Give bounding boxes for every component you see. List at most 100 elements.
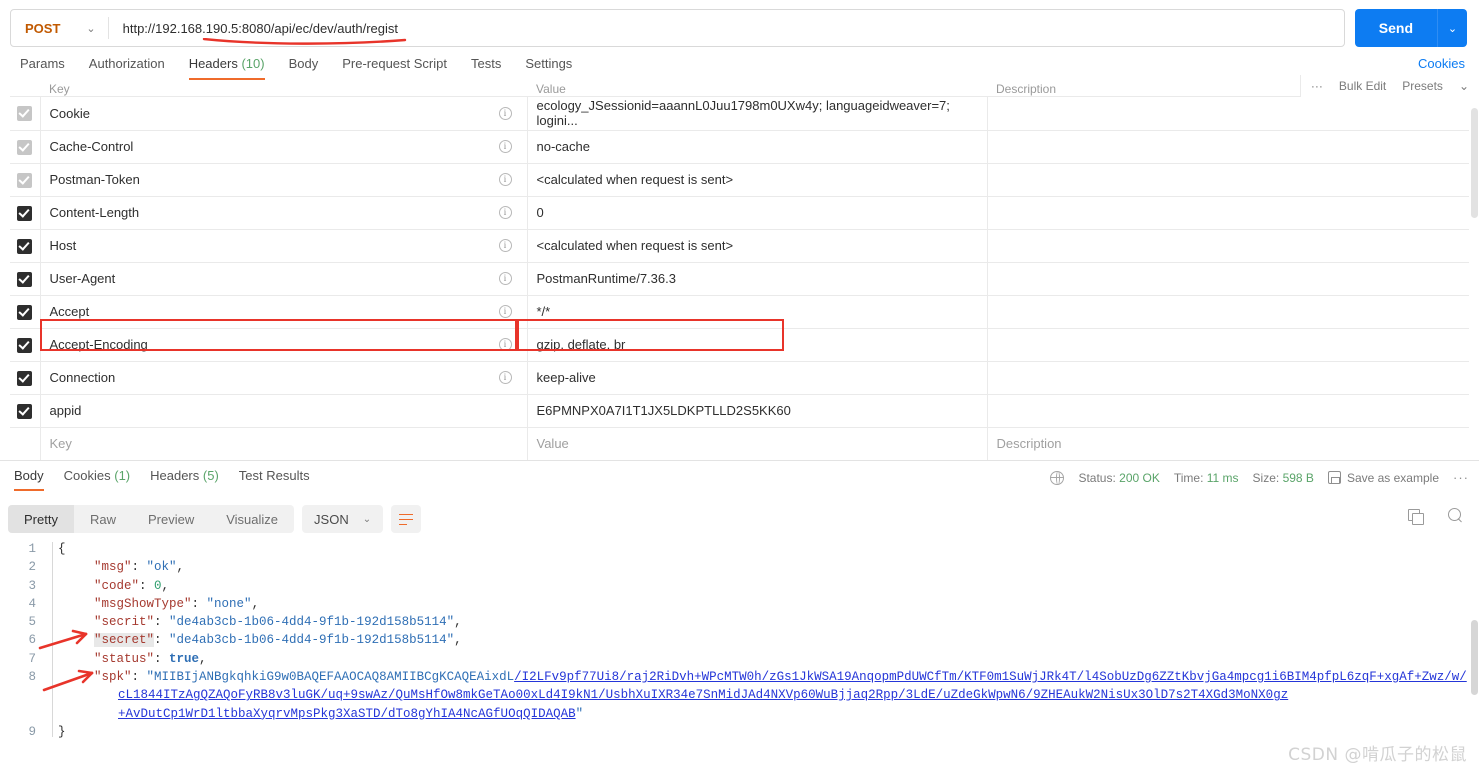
- body-scrollbar-thumb[interactable]: [1471, 620, 1478, 695]
- url-input[interactable]: [108, 10, 1344, 46]
- copy-icon[interactable]: [1408, 508, 1424, 525]
- search-icon[interactable]: [1448, 508, 1463, 523]
- chevron-down-icon: ⌄: [362, 513, 372, 525]
- status-label: Status:: [1078, 470, 1116, 485]
- tab-response-body[interactable]: Body: [4, 468, 54, 491]
- send-button[interactable]: Send: [1354, 9, 1437, 47]
- header-value[interactable]: gzip, deflate, br: [526, 328, 988, 362]
- presets-button[interactable]: Presets: [1402, 79, 1443, 93]
- header-description[interactable]: [986, 262, 1469, 296]
- table-row[interactable]: Content-Length i 0: [10, 196, 1469, 230]
- header-description[interactable]: [986, 163, 1469, 197]
- info-icon[interactable]: i: [498, 305, 512, 318]
- info-icon[interactable]: i: [498, 206, 512, 219]
- json-value: "de4ab3cb-1b06-4dd4-9f1b-192d158b5114": [169, 615, 455, 630]
- view-mode-pretty[interactable]: Pretty: [8, 505, 74, 533]
- new-row-key-placeholder[interactable]: Key: [50, 436, 518, 451]
- presets-chevron-down-icon[interactable]: ⌄: [1459, 79, 1469, 93]
- tab-test-results[interactable]: Test Results: [229, 468, 320, 491]
- info-icon[interactable]: i: [498, 338, 512, 351]
- info-icon[interactable]: i: [498, 106, 512, 120]
- json-key: "msgShowType": [94, 596, 192, 611]
- bulk-dots-icon[interactable]: ···: [1311, 79, 1323, 93]
- header-value[interactable]: 0: [526, 196, 988, 230]
- tab-count: (5): [202, 468, 219, 483]
- wrap-lines-button[interactable]: [391, 505, 422, 533]
- table-row[interactable]: Accept i */*: [10, 295, 1469, 329]
- tab-count: (10): [241, 56, 265, 71]
- json-comma: ,: [454, 615, 462, 630]
- header-description[interactable]: [986, 97, 1469, 131]
- response-format-selector[interactable]: JSON ⌄: [302, 505, 384, 533]
- table-row[interactable]: Accept-Encoding i gzip, deflate, br: [10, 328, 1469, 362]
- header-description[interactable]: [986, 295, 1469, 329]
- view-mode-preview[interactable]: Preview: [132, 505, 210, 533]
- header-description[interactable]: [986, 130, 1469, 164]
- info-icon[interactable]: i: [498, 173, 512, 186]
- header-value[interactable]: E6PMNPX0A7I1T1JX5LDKPTLLD2S5KK60: [526, 394, 988, 428]
- row-checkbox[interactable]: [17, 205, 33, 221]
- json-value-spk-prefix: "MIIBIjANBgkqhkiG9w0BAQEFAAOCAQ8AMIIBCgK…: [146, 670, 515, 685]
- table-row-appid[interactable]: appid E6PMNPX0A7I1T1JX5LDKPTLLD2S5KK60: [10, 394, 1469, 428]
- info-icon[interactable]: i: [498, 272, 512, 285]
- row-checkbox[interactable]: [17, 304, 33, 320]
- row-checkbox[interactable]: [17, 238, 33, 254]
- status-group: Status: 200 OK: [1078, 471, 1159, 485]
- row-checkbox[interactable]: [17, 172, 33, 188]
- row-checkbox[interactable]: [17, 106, 33, 122]
- header-description[interactable]: [986, 229, 1469, 263]
- tab-label: Params: [20, 56, 65, 71]
- table-row[interactable]: User-Agent i PostmanRuntime/7.36.3: [10, 262, 1469, 296]
- json-value-spk-link-2[interactable]: cL1844ITzAgQZAQoFyRB8v3luGK/uq+9swAz/QuM…: [118, 688, 1288, 702]
- time-group: Time: 11 ms: [1174, 471, 1239, 485]
- header-description[interactable]: [986, 196, 1469, 230]
- code-line-6: "secret": "de4ab3cb-1b06-4dd4-9f1b-192d1…: [58, 631, 1458, 649]
- json-value-spk-link-3[interactable]: +AvDutCp1WrD1ltbbaXyqrvMpsPkg3XaSTD/dTo8…: [118, 707, 576, 721]
- header-description[interactable]: [986, 394, 1469, 428]
- headers-scrollbar-thumb[interactable]: [1471, 108, 1478, 218]
- row-checkbox[interactable]: [17, 337, 33, 353]
- save-as-example-button[interactable]: Save as example: [1327, 471, 1439, 485]
- table-row[interactable]: Host i <calculated when request is sent>: [10, 229, 1469, 263]
- json-value: "de4ab3cb-1b06-4dd4-9f1b-192d158b5114": [169, 633, 455, 648]
- json-colon: :: [154, 651, 170, 666]
- table-row[interactable]: Cache-Control i no-cache: [10, 130, 1469, 164]
- row-checkbox[interactable]: [17, 139, 33, 155]
- info-icon[interactable]: i: [498, 239, 512, 252]
- view-mode-visualize[interactable]: Visualize: [210, 505, 294, 533]
- row-checkbox[interactable]: [17, 271, 33, 287]
- tab-response-cookies[interactable]: Cookies (1): [54, 468, 140, 491]
- tab-label: Test Results: [238, 468, 310, 483]
- code-lines[interactable]: { "msg": "ok", "code": 0, "msgShowType":…: [58, 540, 1467, 741]
- header-description[interactable]: [986, 328, 1469, 362]
- header-value[interactable]: ecology_JSessionid=aaannL0Juu1798m0UXw4y…: [526, 97, 988, 131]
- header-description[interactable]: [986, 361, 1469, 395]
- json-value-spk-link-1[interactable]: /I2LFv9pf77Ui8/raj2RiDvh+WPcMTW0h/zGs1Jk…: [514, 670, 1467, 684]
- new-row-description-placeholder[interactable]: Description: [986, 427, 1469, 460]
- view-mode-raw[interactable]: Raw: [74, 505, 132, 533]
- cookies-link[interactable]: Cookies: [1418, 56, 1465, 71]
- globe-icon: [1050, 470, 1065, 485]
- header-value[interactable]: <calculated when request is sent>: [526, 163, 988, 197]
- response-body-code: 1 2 3 4 5 6 7 8 9 { "msg": "ok", "code":…: [0, 540, 1479, 755]
- table-row[interactable]: Connection i keep-alive: [10, 361, 1469, 395]
- http-method-selector[interactable]: POST ⌄: [11, 10, 108, 46]
- table-row[interactable]: Cookie i ecology_JSessionid=aaannL0Juu179…: [10, 97, 1469, 131]
- table-row[interactable]: Postman-Token i <calculated when request …: [10, 163, 1469, 197]
- more-options-icon[interactable]: ···: [1453, 470, 1469, 485]
- header-value[interactable]: PostmanRuntime/7.36.3: [526, 262, 988, 296]
- info-icon[interactable]: i: [498, 371, 512, 384]
- header-value[interactable]: */*: [526, 295, 988, 329]
- header-value[interactable]: <calculated when request is sent>: [526, 229, 988, 263]
- new-row-value-placeholder[interactable]: Value: [526, 427, 988, 460]
- bulk-edit-button[interactable]: Bulk Edit: [1339, 79, 1386, 93]
- send-options-chevron-icon[interactable]: ⌄: [1437, 9, 1467, 47]
- line-number: 3: [28, 578, 36, 593]
- row-checkbox[interactable]: [17, 403, 33, 419]
- table-row-new[interactable]: Key Value Description: [10, 427, 1469, 460]
- info-icon[interactable]: i: [498, 140, 512, 153]
- header-value[interactable]: no-cache: [526, 130, 988, 164]
- row-checkbox[interactable]: [17, 370, 33, 386]
- header-value[interactable]: keep-alive: [526, 361, 988, 395]
- tab-response-headers[interactable]: Headers (5): [140, 468, 229, 491]
